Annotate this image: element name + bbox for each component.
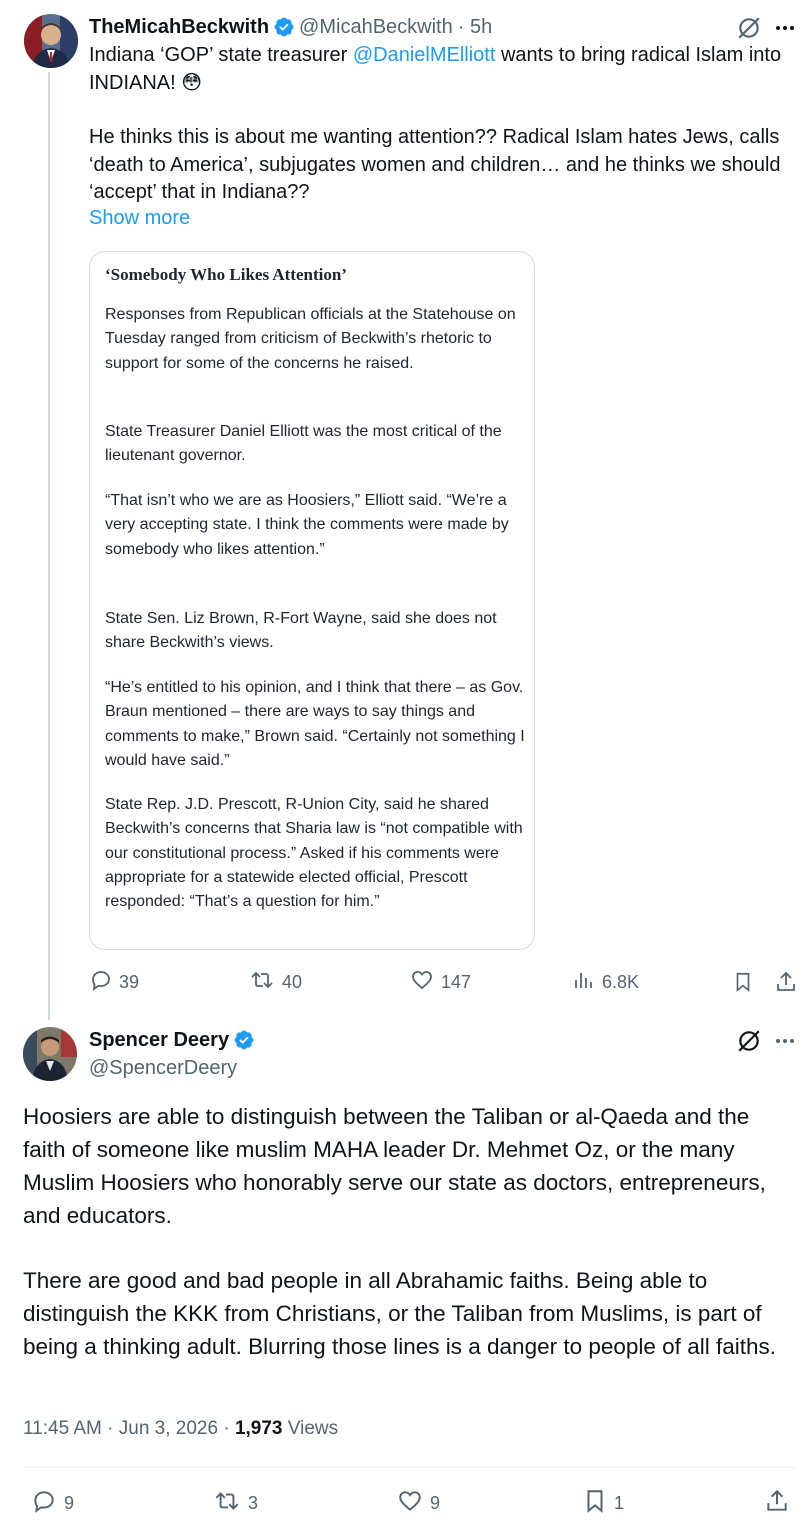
- article-paragraph: State Rep. J.D. Prescott, R-Union City, …: [105, 796, 523, 911]
- tweet1-paragraph-1: Indiana ‘GOP’ state treasurer @DanielMEl…: [89, 42, 801, 97]
- handle[interactable]: @MicahBeckwith: [299, 16, 453, 39]
- tweet2-handle-row: @SpencerDeery: [89, 1055, 237, 1081]
- tweet1-paragraph-2: He thinks this is about me wanting atten…: [89, 126, 781, 203]
- like-count: 147: [441, 972, 472, 992]
- show-more-link[interactable]: Show more: [89, 207, 190, 230]
- repost-icon: [212, 1488, 248, 1519]
- grok-icon[interactable]: [735, 1027, 763, 1055]
- avatar-spencer-deery[interactable]: [23, 1027, 77, 1081]
- mention-link[interactable]: @DanielMElliott: [353, 44, 496, 66]
- reply-icon: [89, 968, 119, 997]
- tweet1-text: Indiana ‘GOP’ state treasurer @DanielMEl…: [89, 42, 801, 207]
- post-timestamp[interactable]: 11:45 AM · Jun 3, 2026 ·: [23, 1418, 235, 1439]
- views-count: 6.8K: [602, 972, 640, 992]
- tweet1-header: TheMicahBeckwith @MicahBeckwith · 5h: [89, 14, 492, 40]
- repost-icon: [248, 968, 282, 997]
- avatar-micah-beckwith[interactable]: [24, 14, 78, 68]
- grok-icon[interactable]: [735, 14, 763, 42]
- article-paragraph: Responses from Republican officials at t…: [105, 306, 516, 372]
- article-paragraph: State Sen. Liz Brown, R-Fort Wayne, said…: [105, 610, 497, 652]
- repost-count: 3: [248, 1493, 259, 1513]
- bookmark-icon: [582, 1488, 614, 1519]
- more-icon[interactable]: [770, 14, 800, 42]
- tweet2-text: Hoosiers are able to distinguish between…: [23, 1100, 798, 1363]
- share-icon[interactable]: [772, 968, 800, 996]
- reply-count: 9: [64, 1493, 75, 1513]
- like-count: 9: [430, 1493, 441, 1513]
- views-label: Views: [282, 1418, 339, 1439]
- like-button[interactable]: 9: [396, 1488, 440, 1519]
- verified-badge-icon: [233, 1029, 255, 1051]
- views-number: 1,973: [234, 1418, 283, 1439]
- article-paragraph: State Treasurer Daniel Elliott was the m…: [105, 423, 502, 465]
- verified-badge-icon: [273, 16, 295, 38]
- divider: [23, 1467, 796, 1468]
- text-segment: Indiana ‘GOP’ state treasurer: [89, 44, 353, 66]
- views-button[interactable]: 6.8K: [572, 968, 639, 997]
- tweet2-name-row: Spencer Deery: [89, 1027, 259, 1053]
- article-title: ‘Somebody Who Likes Attention’: [105, 265, 347, 284]
- tweet2-paragraph-1: Hoosiers are able to distinguish between…: [23, 1104, 766, 1228]
- display-name[interactable]: Spencer Deery: [89, 1029, 229, 1052]
- article-paragraph: “He’s entitled to his opinion, and I thi…: [105, 679, 525, 769]
- reply-button[interactable]: 9: [30, 1488, 74, 1519]
- reply-count: 39: [119, 972, 140, 992]
- article-paragraph: “That isn’t who we are as Hoosiers,” Ell…: [105, 492, 509, 558]
- bookmark-count: 1: [614, 1493, 625, 1513]
- thread-connector-line: [48, 72, 50, 1020]
- tweet-metadata: 11:45 AM · Jun 3, 2026 · 1,973 Views: [23, 1418, 338, 1440]
- tweet2-paragraph-2: There are good and bad people in all Abr…: [23, 1268, 776, 1359]
- repost-button[interactable]: 40: [248, 968, 302, 997]
- like-icon: [409, 968, 441, 997]
- like-button[interactable]: 147: [409, 968, 471, 997]
- timestamp[interactable]: · 5h: [458, 16, 492, 39]
- display-name[interactable]: TheMicahBeckwith: [89, 16, 269, 39]
- reply-button[interactable]: 39: [89, 968, 139, 997]
- bookmark-icon[interactable]: [730, 968, 756, 996]
- views-icon: [572, 968, 602, 997]
- share-icon[interactable]: [762, 1486, 792, 1516]
- article-screenshot-card[interactable]: ‘Somebody Who Likes Attention’ Responses…: [89, 251, 535, 950]
- repost-count: 40: [282, 972, 303, 992]
- reply-icon: [30, 1488, 64, 1519]
- like-icon: [396, 1488, 430, 1519]
- repost-button[interactable]: 3: [212, 1488, 258, 1519]
- more-icon[interactable]: [770, 1027, 800, 1055]
- handle[interactable]: @SpencerDeery: [89, 1057, 237, 1080]
- bookmark-button[interactable]: 1: [582, 1488, 624, 1519]
